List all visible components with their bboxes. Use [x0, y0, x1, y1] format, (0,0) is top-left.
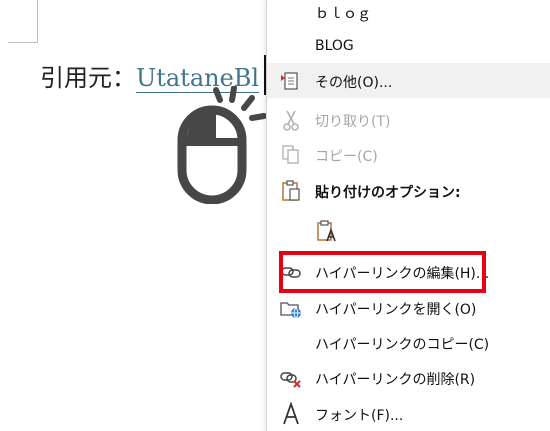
scissors-icon [283, 110, 299, 131]
page-margin-mark-horizontal [8, 42, 38, 43]
remove-hyperlink-icon [280, 372, 301, 388]
menu-item-copy-hyperlink[interactable]: ハイパーリンクのコピー(C) [267, 325, 550, 360]
menu-item-label: BLOG [315, 38, 354, 54]
paste-text-only-icon [317, 220, 336, 242]
menu-item-label: ハイパーリンクのコピー(C) [315, 337, 490, 353]
menu-item-font[interactable]: フォント(F)... [267, 396, 550, 431]
menu-item-label: ハイパーリンクの削除(R) [315, 372, 476, 388]
clipboard-icon [282, 180, 300, 201]
menu-item-label: ｂｌｏｇ [315, 6, 371, 22]
menu-item-cut[interactable]: 切り取り(T) [267, 102, 550, 137]
copy-icon [282, 145, 299, 164]
menu-item-label: フォント(F)... [315, 408, 404, 424]
menu-item-more-options[interactable]: その他(O)... [267, 63, 550, 98]
font-icon [283, 402, 299, 425]
paste-option-keep-text-only[interactable] [267, 213, 550, 248]
context-menu: ｂｌｏｇ BLOG その他(O)... 切り取り(T) コピー(C) 貼り付けの… [266, 0, 550, 431]
menu-item-open-hyperlink[interactable]: ハイパーリンクを開く(O) [267, 290, 550, 325]
citation-prefix: 引用元： [40, 64, 136, 92]
menu-item-label: ハイパーリンクを開く(O) [315, 302, 477, 318]
menu-item-label: 貼り付けのオプション: [315, 185, 461, 201]
menu-item-label: その他(O)... [315, 75, 393, 91]
menu-item-remove-hyperlink[interactable]: ハイパーリンクの削除(R) [267, 360, 550, 395]
document-area[interactable]: 引用元：UtataneBl [0, 0, 267, 431]
open-hyperlink-icon [280, 302, 301, 319]
menu-item-suggestion-blog[interactable]: BLOG [267, 29, 550, 64]
menu-item-label: コピー(C) [315, 149, 378, 165]
menu-item-label: 切り取り(T) [315, 114, 391, 130]
menu-item-suggestion-blog-fullwidth[interactable]: ｂｌｏｇ [267, 0, 550, 29]
more-options-icon [281, 72, 298, 90]
highlight-annotation-box [279, 251, 486, 293]
menu-item-copy[interactable]: コピー(C) [267, 137, 550, 172]
page-margin-mark-vertical [37, 0, 38, 42]
mouse-click-icon [177, 86, 267, 204]
menu-item-paste-options-header: 貼り付けのオプション: [267, 173, 550, 208]
